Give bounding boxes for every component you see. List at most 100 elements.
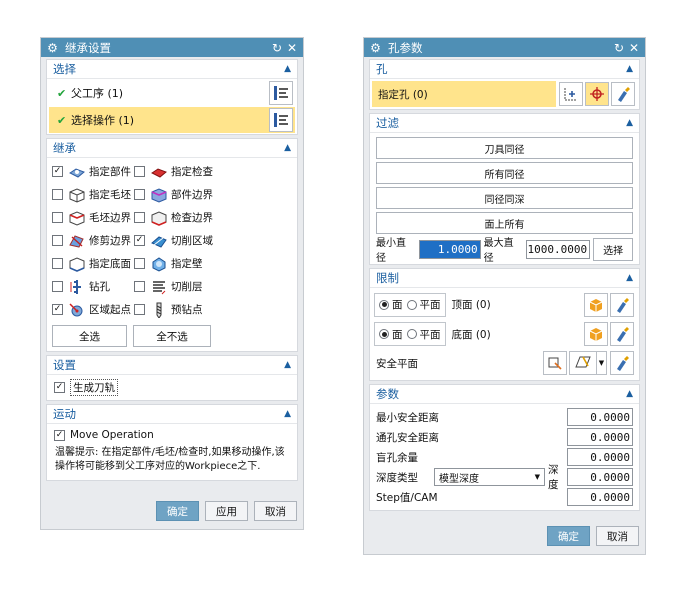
display-brush-icon[interactable] xyxy=(610,351,634,375)
all-same-dia-button[interactable]: 所有同径 xyxy=(376,162,633,184)
display-brush-icon[interactable] xyxy=(611,82,635,106)
inherit-item[interactable]: 钻孔 xyxy=(52,279,134,295)
motion-header[interactable]: 运动 ▲ xyxy=(47,405,297,424)
parent-op-row[interactable]: ✔ 父工序 (1) xyxy=(49,80,295,106)
top-face-select-icon[interactable] xyxy=(584,292,608,317)
ok-button[interactable]: 确定 xyxy=(156,501,199,521)
blind-allowance-input[interactable]: 0.0000 xyxy=(567,448,633,466)
inherit-item[interactable]: 指定毛坯 xyxy=(52,187,134,203)
move-operation-checkbox[interactable]: ✓ xyxy=(54,429,65,441)
inherit-item[interactable]: 毛坯边界 xyxy=(52,210,134,226)
min-safe-distance-input[interactable]: 0.0000 xyxy=(567,408,633,426)
filter-header-label: 过滤 xyxy=(376,116,399,130)
params-header[interactable]: 参数 ▲ xyxy=(370,385,639,404)
inherit-checkbox[interactable] xyxy=(134,166,145,177)
inherit-item[interactable]: 指定检查 xyxy=(134,164,216,180)
depth-input[interactable]: 0.0000 xyxy=(567,468,633,486)
inherit-item[interactable]: 部件边界 xyxy=(134,187,216,203)
crosshair-icon[interactable] xyxy=(585,82,609,106)
plane-radio[interactable] xyxy=(406,299,417,310)
inherit-header-label: 继承 xyxy=(53,141,76,155)
settings-header[interactable]: 设置 ▲ xyxy=(47,356,297,375)
generate-path-checkbox[interactable]: ✓ xyxy=(54,382,65,393)
select-all-button[interactable]: 全选 xyxy=(52,325,127,347)
plane-define-icon[interactable] xyxy=(569,351,597,375)
inherit-item[interactable]: ✓ 区域起点 xyxy=(52,302,134,318)
close-icon[interactable]: ✕ xyxy=(286,41,298,55)
inherit-item[interactable]: 切削层 xyxy=(134,279,216,295)
max-diameter-input[interactable]: 1000.0000 xyxy=(526,239,591,259)
collapse-icon[interactable]: ▲ xyxy=(626,64,633,74)
inherit-checkbox[interactable] xyxy=(52,235,63,246)
reset-icon[interactable]: ↻ xyxy=(613,41,625,55)
inherit-item-label: 指定底面 xyxy=(89,258,131,270)
motion-header-label: 运动 xyxy=(53,407,76,421)
select-button[interactable]: 选择 xyxy=(593,237,633,261)
inherit-checkbox[interactable]: ✓ xyxy=(52,166,63,177)
inherit-item[interactable]: 修剪边界 xyxy=(52,233,134,249)
depth-type-select[interactable]: 模型深度 ▼ xyxy=(434,468,545,486)
thru-safe-distance-input[interactable]: 0.0000 xyxy=(567,428,633,446)
collapse-icon[interactable]: ▲ xyxy=(626,273,633,283)
inherit-checkbox[interactable] xyxy=(134,258,145,269)
inherit-checkbox[interactable]: ✓ xyxy=(134,235,145,246)
inherit-section: 继承 ▲ ✓ 指定部件 指定检查 指定毛坯 部件边界 毛坯边界 检查边界 修剪边界 ✓ 切削区域 指定… xyxy=(46,138,298,352)
select-op-icon[interactable] xyxy=(269,108,293,132)
step-value-input[interactable]: 0.0000 xyxy=(567,488,633,506)
plane-label: 平面 xyxy=(419,328,441,341)
cancel-button[interactable]: 取消 xyxy=(254,501,297,521)
face-radio[interactable] xyxy=(379,299,389,310)
inherit-checkbox[interactable] xyxy=(52,281,63,292)
ok-button[interactable]: 确定 xyxy=(547,526,590,546)
bottom-mode-radio-group: 面 平面 xyxy=(374,322,446,346)
inherit-checkbox[interactable] xyxy=(52,258,63,269)
collapse-icon[interactable]: ▲ xyxy=(284,64,291,74)
plane-radio[interactable] xyxy=(406,329,417,339)
inherit-item[interactable]: 指定底面 xyxy=(52,256,134,272)
hole-header[interactable]: 孔 ▲ xyxy=(370,60,639,79)
all-on-face-button[interactable]: 面上所有 xyxy=(376,212,633,234)
face-radio[interactable] xyxy=(379,329,389,339)
collapse-icon[interactable]: ▲ xyxy=(284,360,291,370)
close-icon[interactable]: ✕ xyxy=(628,41,640,55)
select-header[interactable]: 选择 ▲ xyxy=(47,60,297,79)
inherit-item[interactable]: 检查边界 xyxy=(134,210,216,226)
inherit-item-label: 修剪边界 xyxy=(89,235,131,247)
collapse-icon[interactable]: ▲ xyxy=(626,118,633,128)
specify-hole-row[interactable]: 指定孔 (0) xyxy=(372,81,556,107)
filter-header[interactable]: 过滤 ▲ xyxy=(370,114,639,133)
min-diameter-input[interactable]: 1.0000 xyxy=(418,239,481,259)
inherit-checkbox[interactable] xyxy=(52,212,63,223)
display-brush-icon[interactable] xyxy=(610,292,634,317)
collapse-icon[interactable]: ▲ xyxy=(626,389,633,399)
inherit-checkbox[interactable] xyxy=(134,281,145,292)
cancel-button[interactable]: 取消 xyxy=(596,526,639,546)
plane-list-icon[interactable] xyxy=(543,351,567,375)
limit-section: 限制 ▲ 面 平面 顶面 (0) 面 平面 底面 (0) 安全平面 ▼ xyxy=(369,268,640,381)
same-dia-depth-button[interactable]: 同径同深 xyxy=(376,187,633,209)
collapse-icon[interactable]: ▲ xyxy=(284,409,291,419)
inherit-item[interactable]: ✓ 指定部件 xyxy=(52,164,134,180)
bottom-face-select-icon[interactable] xyxy=(584,322,608,346)
inherit-item[interactable]: 预钻点 xyxy=(134,302,216,319)
display-brush-icon[interactable] xyxy=(610,322,634,346)
reset-icon[interactable]: ↻ xyxy=(271,41,283,55)
inherit-checkbox[interactable] xyxy=(52,189,63,200)
chevron-down-icon[interactable]: ▼ xyxy=(597,351,607,375)
inherit-header[interactable]: 继承 ▲ xyxy=(47,139,297,158)
inherit-item[interactable]: 指定壁 xyxy=(134,256,216,272)
inherit-checkbox[interactable] xyxy=(134,189,145,200)
apply-button[interactable]: 应用 xyxy=(205,501,248,521)
select-op-row[interactable]: ✔ 选择操作 (1) xyxy=(49,107,295,133)
select-none-button[interactable]: 全不选 xyxy=(133,325,211,347)
limit-header[interactable]: 限制 ▲ xyxy=(370,269,639,288)
inherit-item[interactable]: ✓ 切削区域 xyxy=(134,233,216,249)
inherit-checkbox[interactable]: ✓ xyxy=(52,304,63,315)
inherit-item-label: 预钻点 xyxy=(171,304,203,316)
collapse-icon[interactable]: ▲ xyxy=(284,143,291,153)
inherit-checkbox[interactable] xyxy=(134,304,145,315)
same-dia-tool-button[interactable]: 刀具同径 xyxy=(376,137,633,159)
inherit-checkbox[interactable] xyxy=(134,212,145,223)
point-list-icon[interactable] xyxy=(559,82,583,106)
select-op-icon[interactable] xyxy=(269,81,293,105)
